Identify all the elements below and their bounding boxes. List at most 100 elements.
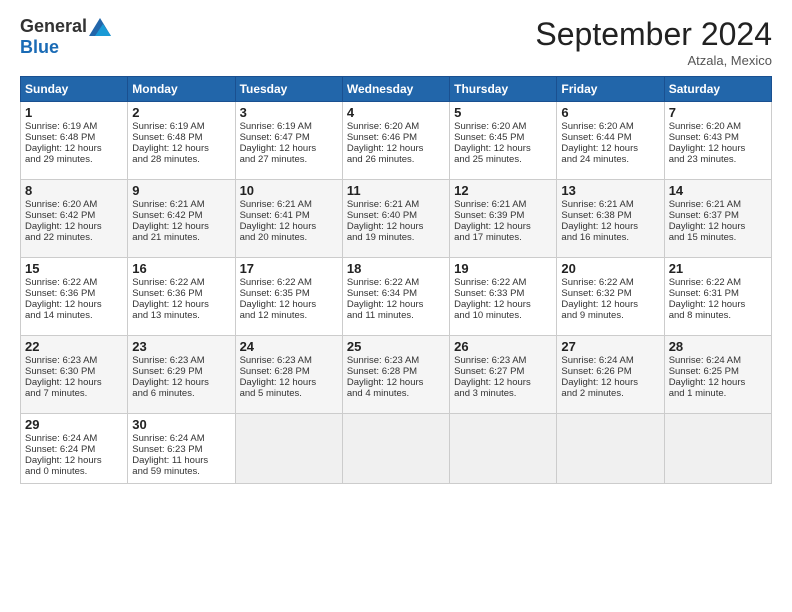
day-info: Sunset: 6:29 PM bbox=[132, 366, 230, 377]
day-info: Sunset: 6:38 PM bbox=[561, 210, 659, 221]
day-cell: 20Sunrise: 6:22 AMSunset: 6:32 PMDayligh… bbox=[557, 258, 664, 336]
calendar-body: 1Sunrise: 6:19 AMSunset: 6:48 PMDaylight… bbox=[21, 102, 772, 484]
day-info: Daylight: 12 hours bbox=[669, 299, 767, 310]
day-info: Sunrise: 6:21 AM bbox=[132, 199, 230, 210]
day-info: and 2 minutes. bbox=[561, 388, 659, 399]
day-info: Sunset: 6:37 PM bbox=[669, 210, 767, 221]
day-info: Daylight: 12 hours bbox=[561, 299, 659, 310]
day-info: Sunrise: 6:24 AM bbox=[132, 433, 230, 444]
day-info: Sunset: 6:24 PM bbox=[25, 444, 123, 455]
day-info: and 3 minutes. bbox=[454, 388, 552, 399]
day-number: 27 bbox=[561, 339, 659, 354]
day-number: 14 bbox=[669, 183, 767, 198]
day-info: Sunset: 6:36 PM bbox=[25, 288, 123, 299]
day-info: Sunrise: 6:21 AM bbox=[454, 199, 552, 210]
day-info: Sunrise: 6:22 AM bbox=[454, 277, 552, 288]
day-info: Sunset: 6:41 PM bbox=[240, 210, 338, 221]
day-info: Sunset: 6:42 PM bbox=[25, 210, 123, 221]
title-section: September 2024 Atzala, Mexico bbox=[535, 16, 772, 68]
day-number: 29 bbox=[25, 417, 123, 432]
day-cell: 16Sunrise: 6:22 AMSunset: 6:36 PMDayligh… bbox=[128, 258, 235, 336]
day-info: and 0 minutes. bbox=[25, 466, 123, 477]
day-info: and 22 minutes. bbox=[25, 232, 123, 243]
day-info: Sunset: 6:31 PM bbox=[669, 288, 767, 299]
day-info: Sunrise: 6:24 AM bbox=[561, 355, 659, 366]
day-info: and 19 minutes. bbox=[347, 232, 445, 243]
day-info: Daylight: 12 hours bbox=[132, 299, 230, 310]
day-info: Sunset: 6:36 PM bbox=[132, 288, 230, 299]
day-info: Sunset: 6:28 PM bbox=[240, 366, 338, 377]
column-header-tuesday: Tuesday bbox=[235, 77, 342, 102]
day-number: 23 bbox=[132, 339, 230, 354]
day-cell: 30Sunrise: 6:24 AMSunset: 6:23 PMDayligh… bbox=[128, 414, 235, 484]
day-info: Sunrise: 6:20 AM bbox=[454, 121, 552, 132]
day-info: Sunrise: 6:21 AM bbox=[669, 199, 767, 210]
day-info: Daylight: 12 hours bbox=[347, 377, 445, 388]
day-cell: 21Sunrise: 6:22 AMSunset: 6:31 PMDayligh… bbox=[664, 258, 771, 336]
day-cell: 8Sunrise: 6:20 AMSunset: 6:42 PMDaylight… bbox=[21, 180, 128, 258]
day-info: Daylight: 12 hours bbox=[240, 299, 338, 310]
day-info: Sunset: 6:43 PM bbox=[669, 132, 767, 143]
day-number: 18 bbox=[347, 261, 445, 276]
day-number: 13 bbox=[561, 183, 659, 198]
day-number: 20 bbox=[561, 261, 659, 276]
day-info: Sunset: 6:28 PM bbox=[347, 366, 445, 377]
day-number: 16 bbox=[132, 261, 230, 276]
day-cell bbox=[557, 414, 664, 484]
day-number: 2 bbox=[132, 105, 230, 120]
day-number: 10 bbox=[240, 183, 338, 198]
day-info: Sunset: 6:42 PM bbox=[132, 210, 230, 221]
day-cell: 3Sunrise: 6:19 AMSunset: 6:47 PMDaylight… bbox=[235, 102, 342, 180]
logo-general: General bbox=[20, 16, 87, 37]
day-info: Sunrise: 6:21 AM bbox=[240, 199, 338, 210]
calendar-table: SundayMondayTuesdayWednesdayThursdayFrid… bbox=[20, 76, 772, 484]
day-number: 11 bbox=[347, 183, 445, 198]
day-info: Daylight: 12 hours bbox=[25, 299, 123, 310]
month-title: September 2024 bbox=[535, 16, 772, 53]
day-info: Sunrise: 6:22 AM bbox=[25, 277, 123, 288]
day-info: Sunrise: 6:22 AM bbox=[240, 277, 338, 288]
day-info: and 21 minutes. bbox=[132, 232, 230, 243]
day-info: Daylight: 12 hours bbox=[25, 377, 123, 388]
day-number: 17 bbox=[240, 261, 338, 276]
day-info: and 24 minutes. bbox=[561, 154, 659, 165]
day-info: Sunrise: 6:21 AM bbox=[561, 199, 659, 210]
day-cell: 5Sunrise: 6:20 AMSunset: 6:45 PMDaylight… bbox=[450, 102, 557, 180]
day-info: and 29 minutes. bbox=[25, 154, 123, 165]
day-cell: 13Sunrise: 6:21 AMSunset: 6:38 PMDayligh… bbox=[557, 180, 664, 258]
day-cell: 19Sunrise: 6:22 AMSunset: 6:33 PMDayligh… bbox=[450, 258, 557, 336]
day-cell: 24Sunrise: 6:23 AMSunset: 6:28 PMDayligh… bbox=[235, 336, 342, 414]
column-header-sunday: Sunday bbox=[21, 77, 128, 102]
day-info: Sunrise: 6:19 AM bbox=[25, 121, 123, 132]
day-cell: 6Sunrise: 6:20 AMSunset: 6:44 PMDaylight… bbox=[557, 102, 664, 180]
day-info: Sunrise: 6:22 AM bbox=[669, 277, 767, 288]
day-info: Sunset: 6:45 PM bbox=[454, 132, 552, 143]
day-info: Sunset: 6:23 PM bbox=[132, 444, 230, 455]
day-info: Daylight: 12 hours bbox=[347, 299, 445, 310]
day-info: Daylight: 12 hours bbox=[132, 143, 230, 154]
day-info: Sunset: 6:39 PM bbox=[454, 210, 552, 221]
day-cell: 27Sunrise: 6:24 AMSunset: 6:26 PMDayligh… bbox=[557, 336, 664, 414]
day-info: and 27 minutes. bbox=[240, 154, 338, 165]
day-info: Daylight: 12 hours bbox=[25, 143, 123, 154]
day-info: and 1 minute. bbox=[669, 388, 767, 399]
day-info: Daylight: 12 hours bbox=[25, 221, 123, 232]
day-info: Sunrise: 6:22 AM bbox=[132, 277, 230, 288]
day-info: Sunrise: 6:23 AM bbox=[454, 355, 552, 366]
week-row-4: 22Sunrise: 6:23 AMSunset: 6:30 PMDayligh… bbox=[21, 336, 772, 414]
day-cell: 12Sunrise: 6:21 AMSunset: 6:39 PMDayligh… bbox=[450, 180, 557, 258]
week-row-5: 29Sunrise: 6:24 AMSunset: 6:24 PMDayligh… bbox=[21, 414, 772, 484]
day-info: and 23 minutes. bbox=[669, 154, 767, 165]
column-header-wednesday: Wednesday bbox=[342, 77, 449, 102]
day-info: and 8 minutes. bbox=[669, 310, 767, 321]
day-number: 30 bbox=[132, 417, 230, 432]
day-info: and 10 minutes. bbox=[454, 310, 552, 321]
day-cell: 22Sunrise: 6:23 AMSunset: 6:30 PMDayligh… bbox=[21, 336, 128, 414]
column-header-friday: Friday bbox=[557, 77, 664, 102]
day-info: Sunset: 6:26 PM bbox=[561, 366, 659, 377]
day-number: 6 bbox=[561, 105, 659, 120]
day-info: and 12 minutes. bbox=[240, 310, 338, 321]
day-cell: 1Sunrise: 6:19 AMSunset: 6:48 PMDaylight… bbox=[21, 102, 128, 180]
day-info: Daylight: 12 hours bbox=[454, 221, 552, 232]
day-info: Daylight: 12 hours bbox=[669, 143, 767, 154]
